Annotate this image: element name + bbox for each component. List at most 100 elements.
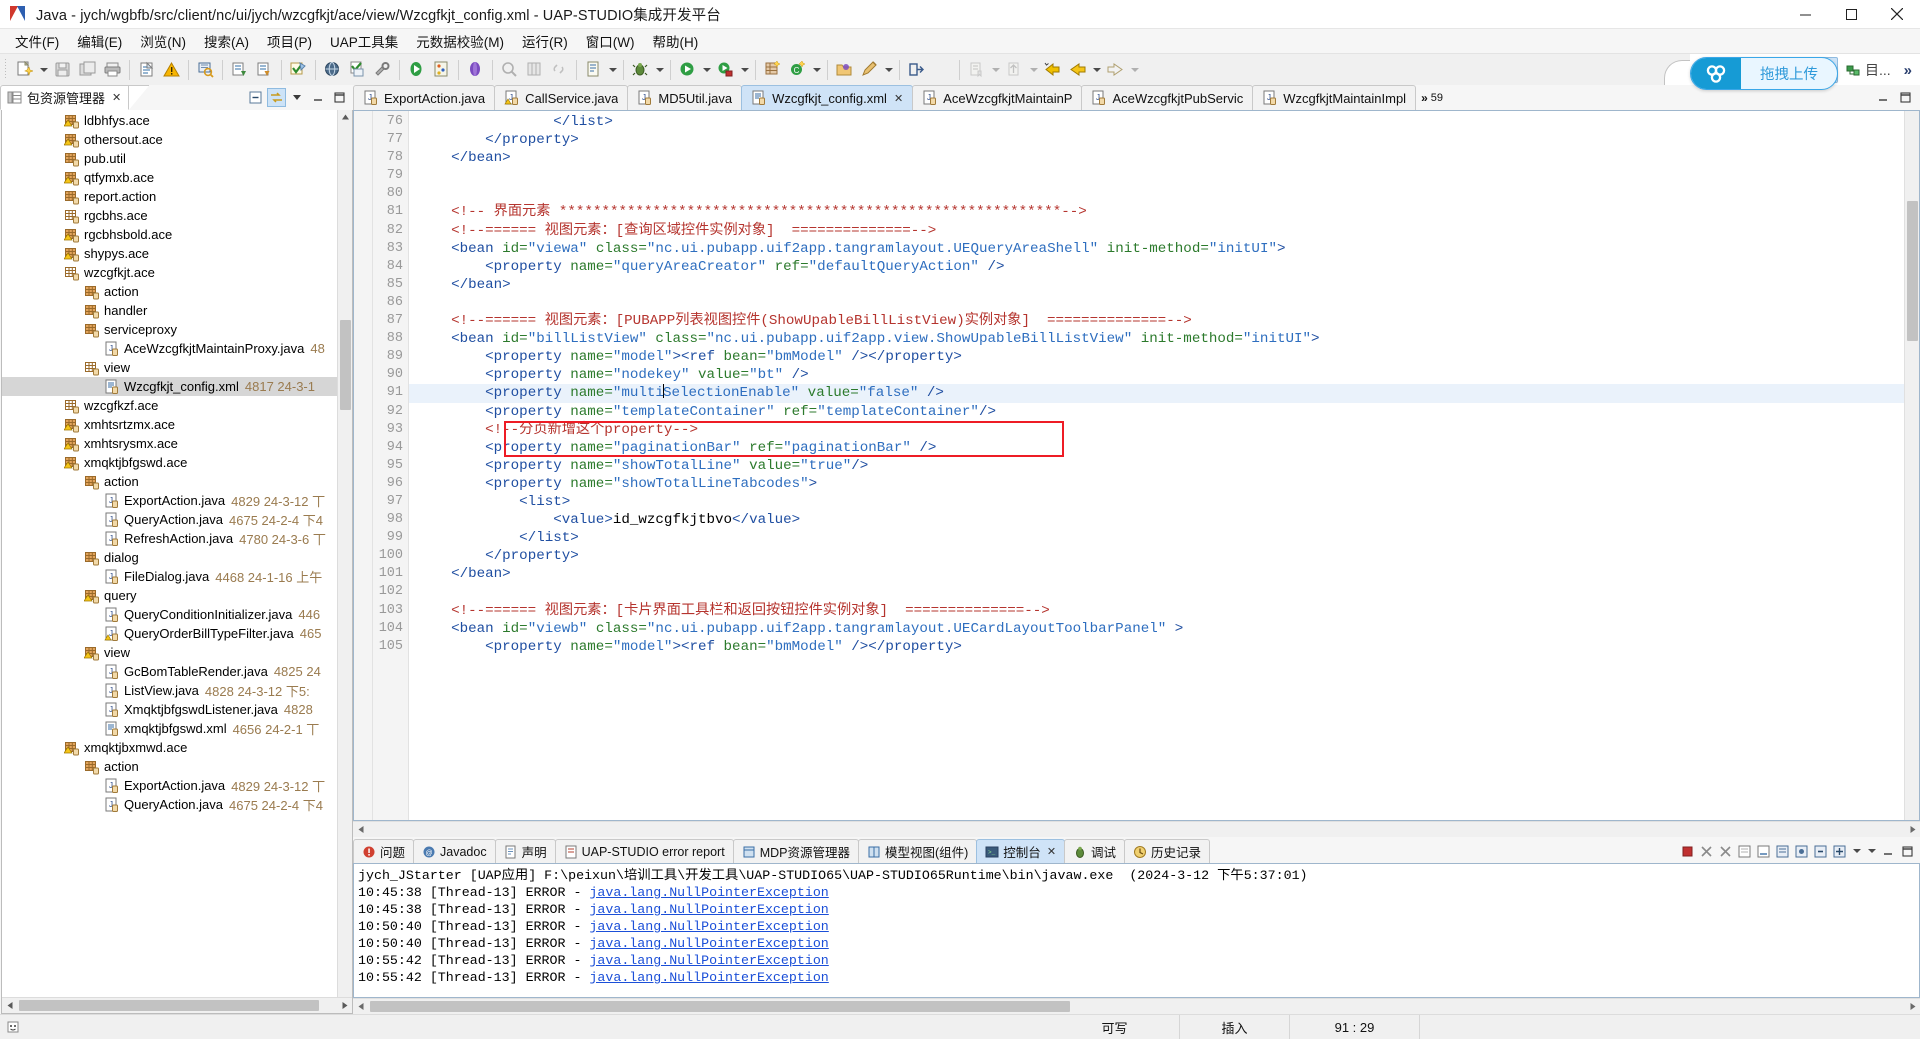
- open-task-icon[interactable]: [581, 58, 606, 82]
- code-line[interactable]: <!--====== 视图元素：[查询区域控件实例对象] ===========…: [409, 222, 1904, 240]
- back-history-icon[interactable]: [1040, 58, 1065, 82]
- javadoc-globe-icon[interactable]: [320, 58, 345, 82]
- tree-item[interactable]: serviceproxy: [2, 320, 352, 339]
- view-menu-button[interactable]: [288, 88, 307, 107]
- forward-arrow-icon[interactable]: [1103, 58, 1128, 82]
- explorer-tree[interactable]: ldbhfys.ace othersout.ace pub.util qtfymxb.…: [2, 110, 352, 997]
- code-line[interactable]: <!--====== 视图元素：[卡片界面工具栏和返回按钮控件实例对象] ===…: [409, 602, 1904, 620]
- search-icon[interactable]: [193, 58, 218, 82]
- tree-item[interactable]: J QueryOrderBillTypeFilter.java 465: [2, 624, 352, 643]
- link-editor-icon[interactable]: [547, 58, 572, 82]
- tree-item[interactable]: xmqktjbfgswd.xml 4656 24-2-1 丅: [2, 719, 352, 738]
- explorer-scroll-right-icon[interactable]: [336, 998, 352, 1014]
- code-line[interactable]: <property name="model"><ref bean="bmMode…: [409, 638, 1904, 656]
- run-debug-icon[interactable]: [404, 58, 429, 82]
- tree-item[interactable]: J QueryAction.java 4675 24-2-4 下4: [2, 510, 352, 529]
- close-button[interactable]: [1874, 0, 1920, 29]
- editor-tab[interactable]: J AceWzcgfkjtMaintainP: [912, 85, 1083, 110]
- console-exception-link[interactable]: java.lang.NullPointerException: [589, 936, 828, 951]
- clear-console-button[interactable]: [1736, 843, 1753, 860]
- tree-item[interactable]: dialog: [2, 548, 352, 567]
- explorer-tab-close-icon[interactable]: ✕: [112, 91, 121, 104]
- code-line[interactable]: <property name="model"><ref bean="bmMode…: [409, 348, 1904, 366]
- search-declaration-icon[interactable]: [497, 58, 522, 82]
- tree-item[interactable]: rgcbhs.ace: [2, 206, 352, 225]
- menu-project[interactable]: 项目(P): [258, 29, 321, 53]
- build-tools-icon[interactable]: [370, 58, 395, 82]
- drag-upload-button[interactable]: 拖拽上传: [1690, 57, 1838, 90]
- new-class-dropdown-icon[interactable]: [810, 58, 823, 82]
- next-annotation-icon[interactable]: [227, 58, 252, 82]
- console-exception-link[interactable]: java.lang.NullPointerException: [589, 970, 828, 985]
- menu-uap-tools[interactable]: UAP工具集: [321, 29, 407, 53]
- tree-item[interactable]: J RefreshAction.java 4780 24-3-6 丅: [2, 529, 352, 548]
- back-dropdown-icon[interactable]: [1090, 58, 1103, 82]
- console-exception-link[interactable]: java.lang.NullPointerException: [589, 885, 828, 900]
- new-class-icon[interactable]: C: [785, 58, 810, 82]
- tree-item[interactable]: J ExportAction.java 4829 24-3-12 丅: [2, 491, 352, 510]
- menu-window[interactable]: 窗口(W): [577, 29, 644, 53]
- console-tab[interactable]: @ Javadoc: [413, 839, 496, 863]
- remove-launch-button[interactable]: [1698, 843, 1715, 860]
- tree-item[interactable]: J XmqktjbfgswdListener.java 4828: [2, 700, 352, 719]
- minimize-view-button[interactable]: [309, 88, 328, 107]
- editor-maximize-button[interactable]: [1896, 88, 1915, 107]
- tree-item[interactable]: J QueryConditionInitializer.java 446: [2, 605, 352, 624]
- tree-item[interactable]: xmhtsrtzmx.ace: [2, 415, 352, 434]
- print-icon[interactable]: [100, 58, 125, 82]
- menu-edit[interactable]: 编辑(E): [68, 29, 131, 53]
- editor-code-area[interactable]: </list> </property> </bean> <!-- 界面元素 **…: [409, 111, 1904, 820]
- menu-run[interactable]: 运行(R): [513, 29, 577, 53]
- console-maximize-button[interactable]: [1899, 843, 1916, 860]
- run-config-icon[interactable]: [429, 58, 454, 82]
- mark-occurrences-icon[interactable]: [286, 58, 311, 82]
- editor-tab-close-icon[interactable]: ✕: [894, 92, 903, 105]
- console-hscroll-thumb[interactable]: [370, 1001, 1070, 1012]
- code-line[interactable]: [409, 167, 1904, 185]
- show-console-button[interactable]: [1774, 843, 1791, 860]
- editor-hscrollbar[interactable]: [353, 821, 1920, 837]
- debug-bug-icon[interactable]: [628, 58, 653, 82]
- add-bookmark-icon[interactable]: [964, 58, 989, 82]
- code-line[interactable]: [409, 185, 1904, 203]
- edit-pen-icon[interactable]: [857, 58, 882, 82]
- new-wizard-dropdown-icon[interactable]: [37, 58, 50, 82]
- toolbar-overflow-chevron[interactable]: »: [1898, 62, 1916, 79]
- console-output[interactable]: jych_JStarter [UAP应用] F:\peixun\培训工具\开发工…: [353, 863, 1920, 998]
- tree-item[interactable]: report.action: [2, 187, 352, 206]
- code-line[interactable]: </bean>: [409, 149, 1904, 167]
- console-hscrollbar[interactable]: [353, 998, 1920, 1014]
- previous-annotation-icon[interactable]: [252, 58, 277, 82]
- menu-metadata-validate[interactable]: 元数据校验(M): [407, 29, 513, 53]
- open-console-button[interactable]: [1831, 843, 1848, 860]
- explorer-vscroll-thumb[interactable]: [340, 320, 351, 410]
- menu-navigate[interactable]: 浏览(N): [131, 29, 195, 53]
- tree-item[interactable]: xmqktjbfgswd.ace: [2, 453, 352, 472]
- explorer-hscrollbar[interactable]: [2, 997, 352, 1013]
- tree-item[interactable]: view: [2, 358, 352, 377]
- pin-console-button[interactable]: [1793, 843, 1810, 860]
- code-line[interactable]: <bean id="billListView" class="nc.ui.pub…: [409, 330, 1904, 348]
- explorer-hscroll-thumb[interactable]: [19, 1000, 319, 1011]
- console-tab[interactable]: 模型视图(组件): [857, 839, 978, 863]
- editor-tab[interactable]: J AceWzcgfkjtPubServic: [1081, 85, 1254, 110]
- console-tab[interactable]: 问题: [353, 839, 415, 863]
- console-tab[interactable]: 历史记录: [1124, 839, 1211, 863]
- run-icon[interactable]: [675, 58, 700, 82]
- menu-file[interactable]: 文件(F): [6, 29, 68, 53]
- run-last-dropdown-icon[interactable]: [738, 58, 751, 82]
- code-line[interactable]: </bean>: [409, 276, 1904, 294]
- code-line[interactable]: </property>: [409, 547, 1904, 565]
- tree-item[interactable]: action: [2, 472, 352, 491]
- editor-vscroll-thumb[interactable]: [1907, 201, 1918, 341]
- tree-item[interactable]: wzcgfkzf.ace: [2, 396, 352, 415]
- tree-item[interactable]: J AceWzcgfkjtMaintainProxy.java 48: [2, 339, 352, 358]
- tree-item[interactable]: ldbhfys.ace: [2, 111, 352, 130]
- tree-item[interactable]: shypys.ace: [2, 244, 352, 263]
- minimize-button[interactable]: [1782, 0, 1828, 29]
- editor-tab[interactable]: J MD5Util.java: [627, 85, 743, 110]
- tree-item[interactable]: J ExportAction.java 4829 24-3-12 丅: [2, 776, 352, 795]
- code-line[interactable]: <property name="showTotalLineTabcodes">: [409, 475, 1904, 493]
- code-line[interactable]: <!--====== 视图元素：[PUBAPP列表视图控件(ShowUpable…: [409, 312, 1904, 330]
- save-all-icon[interactable]: [75, 58, 100, 82]
